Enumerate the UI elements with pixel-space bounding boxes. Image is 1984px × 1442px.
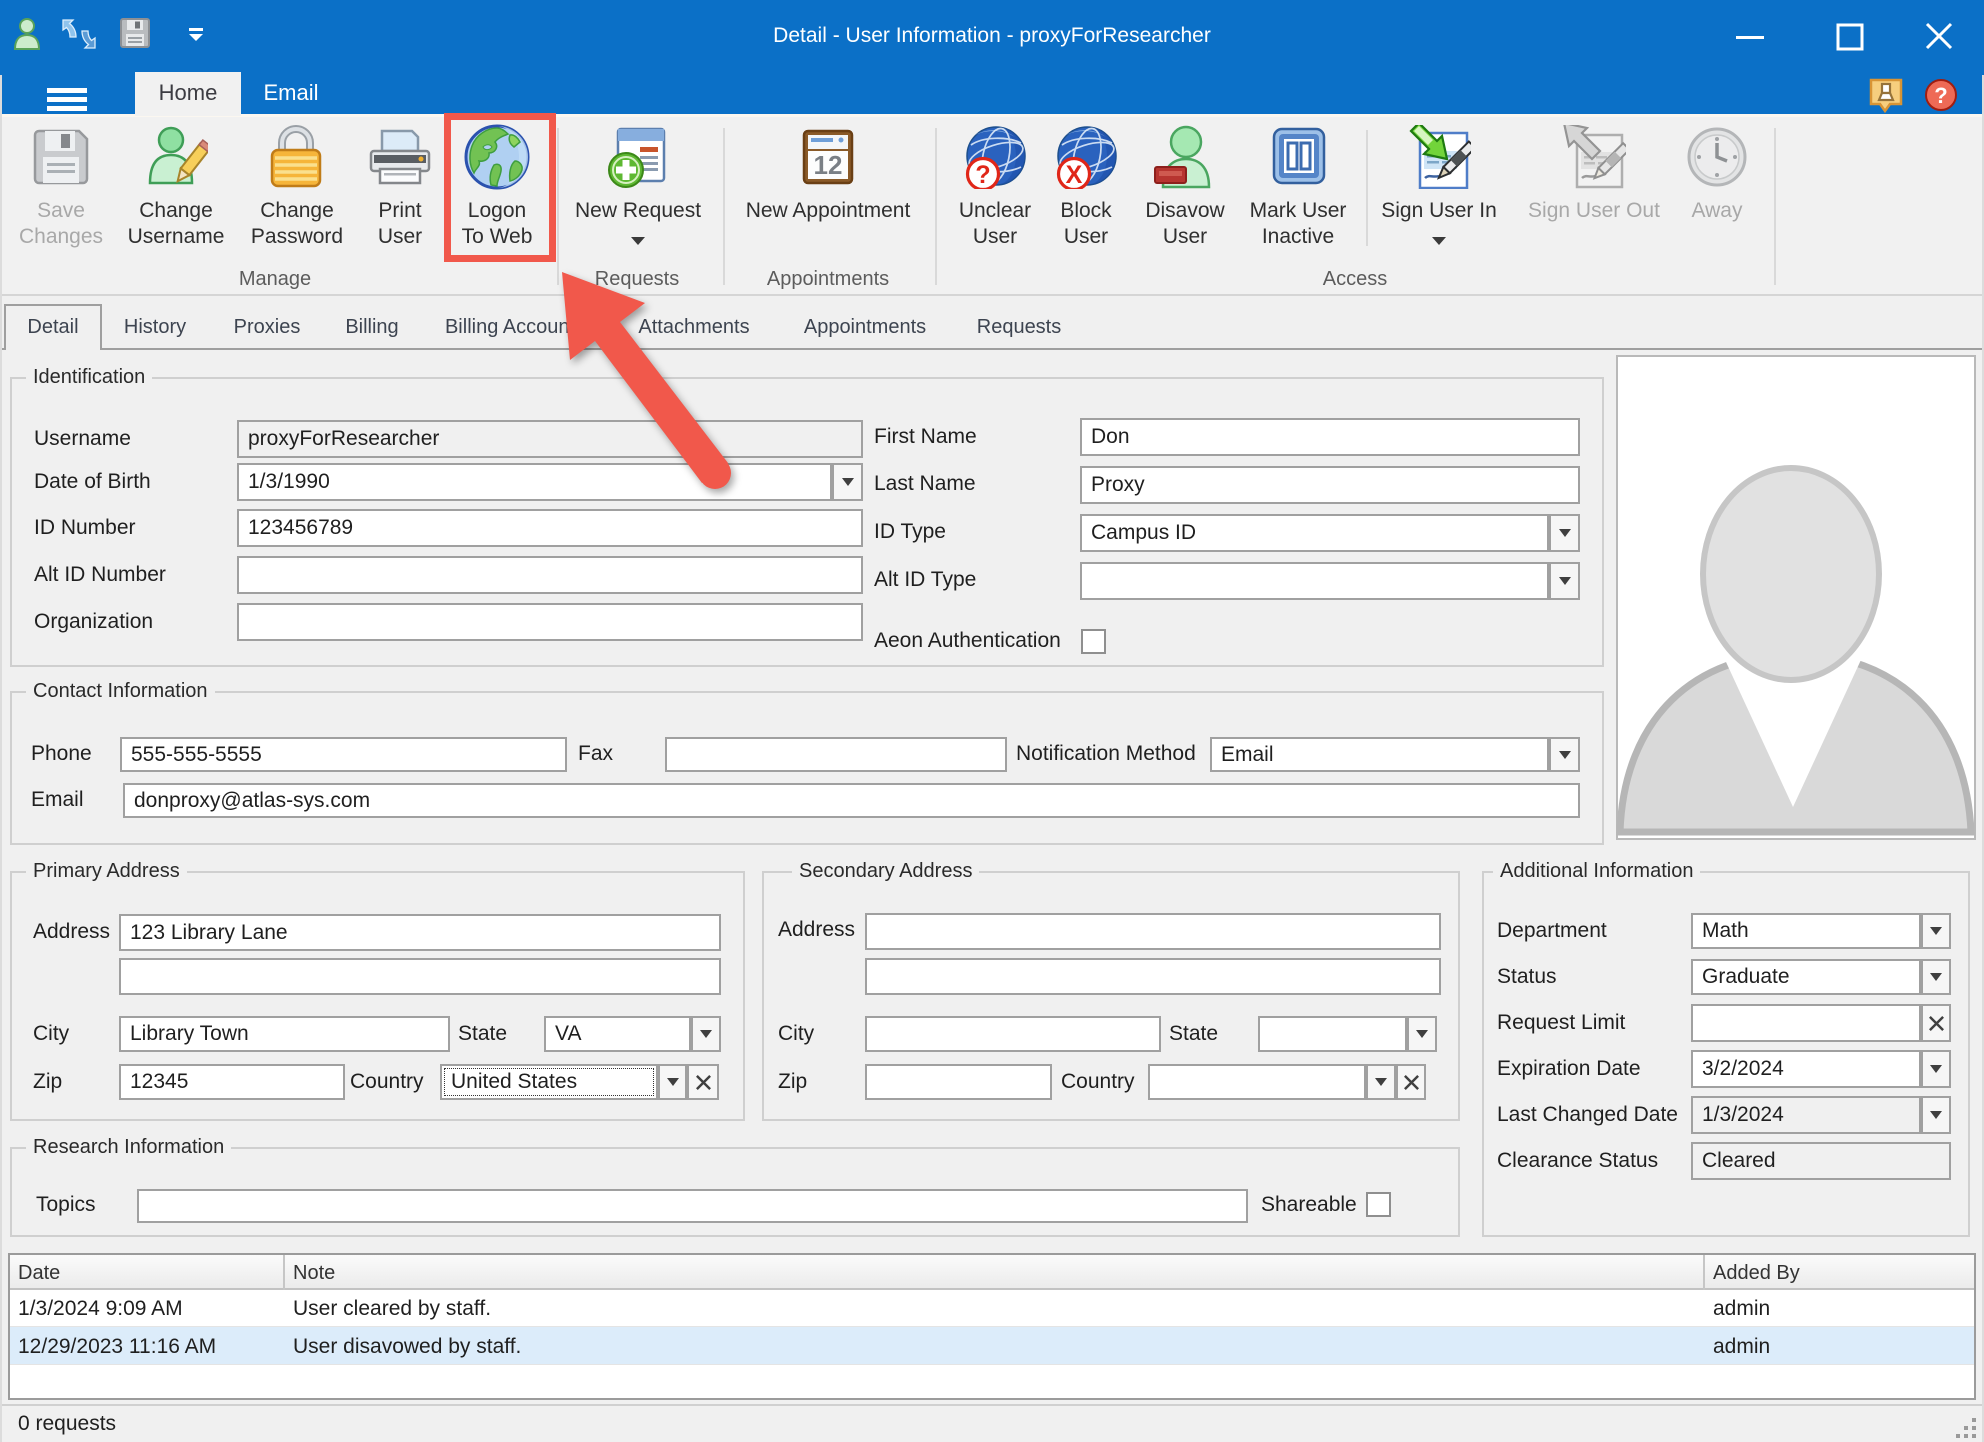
svg-text:12: 12 [814, 150, 843, 180]
svg-text:X: X [1066, 161, 1083, 189]
svg-text:?: ? [975, 161, 990, 189]
svg-text:?: ? [1934, 83, 1947, 108]
